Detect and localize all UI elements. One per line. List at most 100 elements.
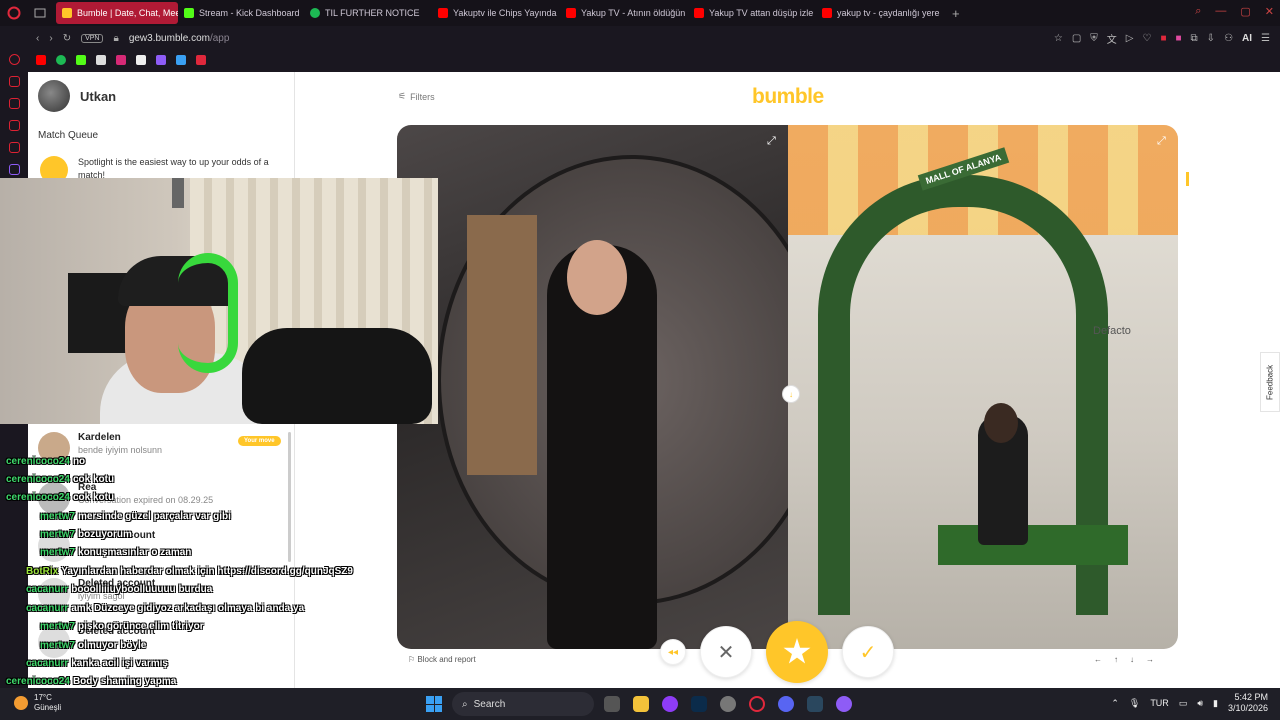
translate-icon[interactable]: 文 (1107, 31, 1117, 46)
temperature: 17°C (34, 693, 52, 702)
bookmarks-bar (28, 50, 1280, 70)
aria-icon[interactable] (8, 54, 20, 65)
tab-label: yakup tv - çaydanlığı yere (837, 8, 940, 18)
youtube-bookmark-icon[interactable] (36, 55, 46, 65)
mail-icon[interactable] (8, 120, 20, 131)
like-button[interactable]: ✓ (842, 626, 894, 678)
app-bookmark-icon[interactable] (176, 55, 186, 65)
maximize-icon[interactable]: ▢ (1240, 5, 1250, 18)
back-icon[interactable]: ‹ (36, 33, 39, 44)
tab-label: Yakup TV - Atının öldüğün (581, 8, 686, 18)
tab-kick[interactable]: Stream - Kick Dashboard (178, 2, 304, 24)
language-indicator[interactable]: TUR (1150, 698, 1169, 708)
tiktok-bookmark-icon[interactable] (136, 55, 146, 65)
taskbar-search[interactable]: ⌕ Search (452, 692, 594, 716)
tab-youtube-1[interactable]: Yakuptv ile Chips Yayında (432, 2, 560, 24)
search-tabs-icon[interactable]: ⌕ (1195, 5, 1201, 18)
volume-icon[interactable]: 🔊︎ (1197, 698, 1203, 709)
twitch-icon[interactable] (8, 164, 20, 175)
chat-message: cerenicoco24 cok kotu (6, 492, 114, 503)
messenger-icon[interactable] (8, 98, 20, 109)
bookmark-icon[interactable]: ☆ (1054, 33, 1063, 44)
filters-button[interactable]: ⚟ Filters (398, 91, 435, 102)
tab-spotify[interactable]: TIL FURTHER NOTICE (304, 2, 432, 24)
reload-icon[interactable]: ↻ (63, 33, 71, 44)
mic-icon[interactable]: 🎙︎ (1129, 698, 1140, 709)
app-icon[interactable] (836, 696, 852, 712)
expand-icon[interactable]: ⤢ (1157, 135, 1166, 148)
heart-icon[interactable]: ♡ (1142, 33, 1151, 44)
ai-button[interactable]: AI (1242, 33, 1252, 44)
close-icon[interactable]: ✕ (1265, 5, 1274, 18)
tab-youtube-4[interactable]: yakup tv - çaydanlığı yere (816, 2, 944, 24)
url-path: /app (209, 32, 230, 44)
expand-icon[interactable]: ⤢ (767, 135, 776, 148)
settings-icon[interactable] (720, 696, 736, 712)
url-field[interactable]: gew3.bumble.com/app (129, 33, 230, 44)
adblock-icon[interactable]: ■ (1160, 33, 1166, 44)
tab-workspaces-icon[interactable] (28, 2, 56, 24)
clock[interactable]: 5:42 PM 3/10/2026 (1228, 692, 1268, 714)
tab-bumble[interactable]: Bumble | Date, Chat, Meet (56, 2, 178, 24)
play-icon[interactable]: ▷ (1126, 33, 1134, 44)
avatar (38, 80, 70, 112)
green-headset (178, 253, 238, 373)
photoshop-icon[interactable] (691, 696, 707, 712)
arrow-left-icon[interactable]: ← (1094, 655, 1102, 664)
filters-label: Filters (410, 91, 435, 102)
puzzle-icon[interactable]: ⧉ (1191, 33, 1198, 44)
profile-photo-2[interactable]: MALL OF ALANYA Defacto (788, 125, 1178, 649)
discord-icon[interactable] (778, 696, 794, 712)
download-icon[interactable]: ⇩ (1207, 33, 1215, 44)
windows-start-icon[interactable] (426, 696, 442, 712)
steam-icon[interactable] (807, 696, 823, 712)
superswipe-button[interactable] (766, 621, 828, 683)
flow-icon[interactable] (8, 142, 20, 153)
youtube-favicon-icon (694, 8, 704, 18)
shield-icon[interactable]: ⛨ (1090, 33, 1098, 44)
chat-text: olmuyor böyle (78, 640, 147, 651)
minimize-icon[interactable]: — (1215, 5, 1226, 18)
workspace-icon[interactable] (8, 76, 20, 87)
chat-nick: BotRix (26, 566, 59, 577)
opera-logo-icon[interactable] (0, 0, 28, 26)
chevron-up-icon[interactable]: ⌃ (1111, 698, 1119, 709)
vpn-badge[interactable]: VPN (81, 33, 104, 43)
arrow-down-icon[interactable]: ↓ (1130, 655, 1134, 664)
app2-bookmark-icon[interactable] (196, 55, 206, 65)
snapshot-icon[interactable]: ▢ (1072, 33, 1081, 44)
opera-icon[interactable] (749, 696, 765, 712)
pass-button[interactable]: ✕ (700, 626, 752, 678)
tab-label: TIL FURTHER NOTICE (325, 8, 420, 18)
file-explorer-icon[interactable] (633, 696, 649, 712)
weather-widget[interactable]: 17°C Güneşli (14, 693, 61, 713)
profile-photo-1[interactable] (397, 125, 827, 649)
profile-icon[interactable]: ⚇ (1224, 33, 1233, 44)
scroll-down-icon[interactable]: ↓ (782, 385, 800, 403)
menu-icon[interactable]: ☰ (1261, 33, 1270, 44)
search-icon: ⌕ (462, 698, 468, 710)
kick-bookmark-icon[interactable] (76, 55, 86, 65)
twitch-bookmark-icon[interactable] (156, 55, 166, 65)
user-profile[interactable]: Utkan (38, 80, 116, 112)
swing-bench (938, 525, 1128, 565)
feedback-tab[interactable]: Feedback (1260, 352, 1280, 412)
bumble-logo: bumble (752, 85, 824, 108)
tab-youtube-2[interactable]: Yakup TV - Atının öldüğün (560, 2, 688, 24)
chat-nick: cacanurr (26, 584, 69, 595)
tab-youtube-3[interactable]: Yakup TV attan düşüp izle (688, 2, 816, 24)
taskview-icon[interactable] (604, 696, 620, 712)
forward-icon[interactable]: › (49, 33, 52, 44)
extension-icon[interactable]: ■ (1175, 33, 1181, 44)
x-bookmark-icon[interactable] (96, 55, 106, 65)
instagram-bookmark-icon[interactable] (116, 55, 126, 65)
arrow-up-icon[interactable]: ↑ (1114, 655, 1118, 664)
arrow-right-icon[interactable]: → (1146, 655, 1154, 664)
app-purple-icon[interactable] (662, 696, 678, 712)
spotify-bookmark-icon[interactable] (56, 55, 66, 65)
scroll-indicator (1186, 172, 1189, 186)
new-tab-plus-icon[interactable]: + (944, 6, 968, 21)
backtrack-button[interactable]: ◂◂ (660, 639, 686, 665)
battery-icon[interactable]: ▮ (1213, 698, 1218, 709)
network-icon[interactable]: ▭ (1179, 698, 1188, 709)
